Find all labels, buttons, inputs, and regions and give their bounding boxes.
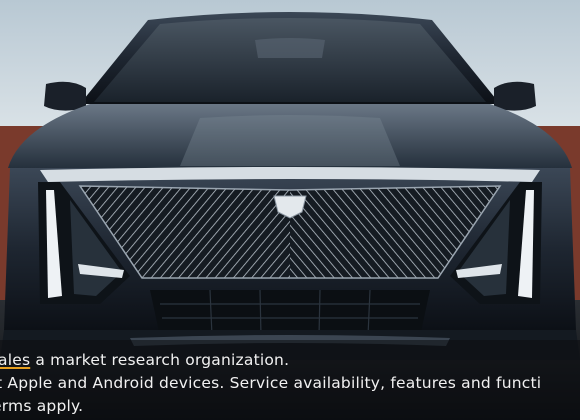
disclaimer-line-1-text: a market research organization. (30, 351, 290, 369)
disclaimer-line-1: ales a market research organization. (0, 349, 289, 371)
disclaimer-line-3: erms apply. (0, 397, 84, 415)
hero-image: ales a market research organization. t A… (0, 0, 580, 420)
disclaimer-line-2: t Apple and Android devices. Service ava… (0, 374, 542, 392)
legal-disclaimer: ales a market research organization. t A… (0, 346, 580, 420)
disclaimer-link[interactable]: ales (0, 351, 30, 369)
